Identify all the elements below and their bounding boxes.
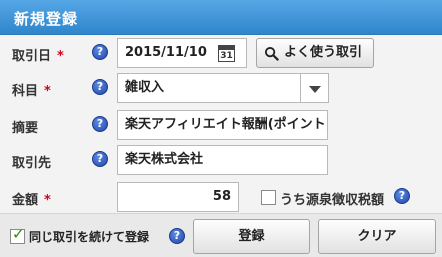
continue-checkbox[interactable]: ✓	[10, 225, 25, 244]
help-icon[interactable]: ?	[169, 228, 185, 244]
check-icon: ✓	[12, 225, 25, 243]
required-mark: *	[44, 84, 51, 99]
summary-input[interactable]: 楽天アフィリエイト報酬(ポイント)	[117, 110, 328, 140]
label-partner: 取引先	[12, 156, 52, 171]
withholding-label: うち源泉徴収税額	[280, 193, 385, 208]
label-amount: 金額 *	[12, 193, 51, 208]
row-subject: 科目 * ? 雑収入	[0, 73, 442, 103]
row-summary: 摘要 ? 楽天アフィリエイト報酬(ポイント)	[0, 110, 442, 140]
footer-bar: ✓ 同じ取引を続けて登録 ? 登録 クリア	[0, 213, 442, 257]
search-icon	[264, 46, 279, 61]
register-button[interactable]: 登録	[193, 219, 310, 254]
frequent-transactions-button[interactable]: よく使う取引	[256, 38, 374, 68]
label-summary: 摘要	[12, 121, 39, 136]
help-icon[interactable]: ?	[92, 79, 108, 95]
dropdown-arrow-icon[interactable]	[300, 74, 328, 102]
help-icon[interactable]: ?	[92, 44, 108, 60]
subject-select[interactable]: 雑収入	[117, 73, 329, 103]
amount-input[interactable]: 58	[117, 182, 239, 212]
help-icon[interactable]: ?	[394, 188, 410, 204]
help-icon[interactable]: ?	[92, 116, 108, 132]
clear-button[interactable]: クリア	[318, 219, 436, 254]
date-value: 2015/11/10	[125, 45, 207, 60]
row-partner: 取引先 ? 楽天株式会社	[0, 145, 442, 175]
withholding-checkbox[interactable]	[261, 190, 276, 205]
frequent-button-label: よく使う取引	[284, 45, 363, 60]
label-date: 取引日 *	[12, 49, 64, 64]
subject-value: 雑収入	[125, 80, 165, 95]
required-mark: *	[57, 49, 64, 64]
new-entry-panel: 新規登録 取引日 * ? 2015/11/10 31 よく使う取引 科目 * ? 雑…	[0, 0, 442, 257]
help-icon[interactable]: ?	[92, 151, 108, 167]
date-input[interactable]: 2015/11/10 31	[117, 38, 247, 68]
row-date: 取引日 * ? 2015/11/10 31 よく使う取引	[0, 38, 442, 68]
required-mark: *	[44, 193, 51, 208]
calendar-icon[interactable]: 31	[218, 45, 235, 62]
panel-title: 新規登録	[14, 10, 79, 28]
partner-input[interactable]: 楽天株式会社	[117, 145, 328, 175]
continue-label: 同じ取引を続けて登録	[29, 230, 150, 244]
title-bar: 新規登録	[0, 0, 442, 35]
label-subject: 科目 *	[12, 84, 51, 99]
row-amount: 金額 * 58 うち源泉徴収税額 ?	[0, 182, 442, 212]
